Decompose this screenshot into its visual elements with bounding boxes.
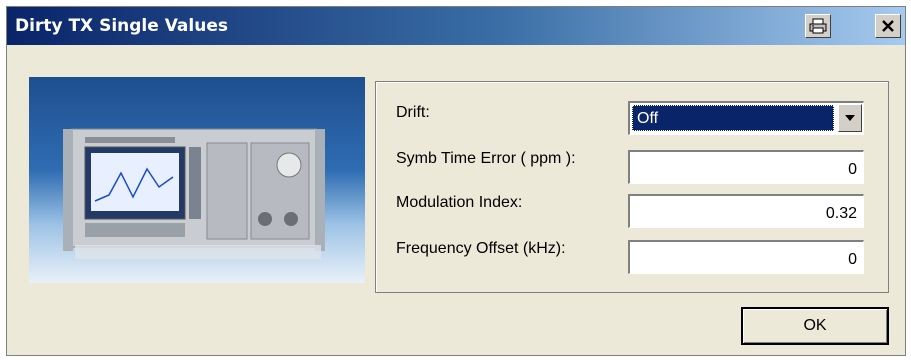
- drift-selected-value: Off: [632, 105, 834, 131]
- close-button[interactable]: [875, 14, 901, 38]
- close-icon: [882, 20, 894, 32]
- dirty-tx-dialog: Dirty TX Single Values Drift: Off Symb T…: [6, 6, 906, 356]
- symb-time-error-field[interactable]: 0: [628, 150, 864, 184]
- drift-select[interactable]: Off: [628, 101, 864, 135]
- drift-dropdown-button[interactable]: [838, 104, 862, 132]
- ok-button[interactable]: OK: [741, 307, 889, 345]
- modulation-index-label: Modulation Index:: [396, 194, 523, 211]
- symb-time-error-label: Symb Time Error ( ppm ):: [396, 150, 576, 167]
- print-button[interactable]: [805, 14, 831, 38]
- instrument-photo: [29, 77, 365, 283]
- frequency-offset-field[interactable]: 0: [628, 240, 864, 274]
- settings-panel: Drift: Off Symb Time Error ( ppm ): 0 Mo…: [375, 81, 889, 293]
- signal-tester-image: [63, 128, 325, 259]
- print-icon: [809, 18, 827, 34]
- modulation-index-field[interactable]: 0.32: [628, 194, 864, 228]
- chevron-down-icon: [845, 115, 855, 121]
- window-title: Dirty TX Single Values: [15, 16, 228, 36]
- frequency-offset-label: Frequency Offset (kHz):: [396, 240, 566, 257]
- drift-label: Drift:: [396, 104, 430, 121]
- title-bar[interactable]: Dirty TX Single Values: [7, 7, 905, 45]
